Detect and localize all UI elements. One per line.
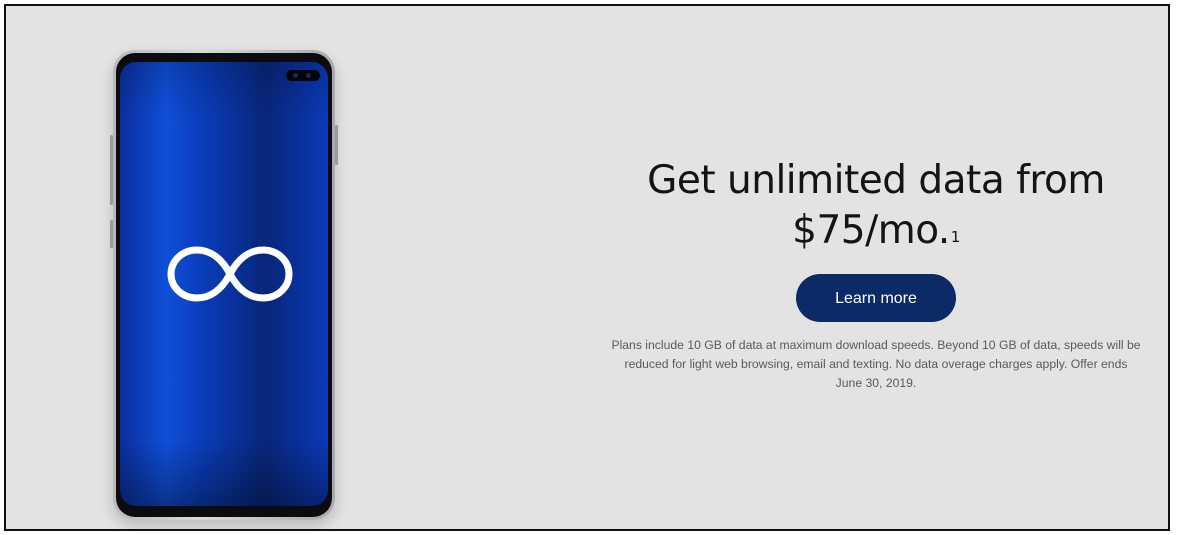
learn-more-button[interactable]: Learn more xyxy=(796,274,956,322)
footnote-marker: 1 xyxy=(950,228,961,246)
phone-image xyxy=(110,50,338,520)
promo-content: Get unlimited data from $75/mo.1 Learn m… xyxy=(596,156,1156,393)
infinity-icon xyxy=(167,246,293,302)
phone-power-button xyxy=(335,125,338,165)
promo-headline: Get unlimited data from $75/mo.1 xyxy=(596,156,1156,256)
front-camera-icon xyxy=(286,70,320,81)
phone-volume-button xyxy=(110,135,113,205)
disclaimer-text: Plans include 10 GB of data at maximum d… xyxy=(611,338,1141,390)
headline-line1: Get unlimited data from xyxy=(647,158,1105,203)
promo-banner: Get unlimited data from $75/mo.1 Learn m… xyxy=(4,4,1170,531)
phone-bixby-button xyxy=(110,220,113,248)
phone-bezel xyxy=(116,53,332,517)
headline-price: $75/mo. xyxy=(792,208,950,253)
phone-screen xyxy=(120,62,328,506)
